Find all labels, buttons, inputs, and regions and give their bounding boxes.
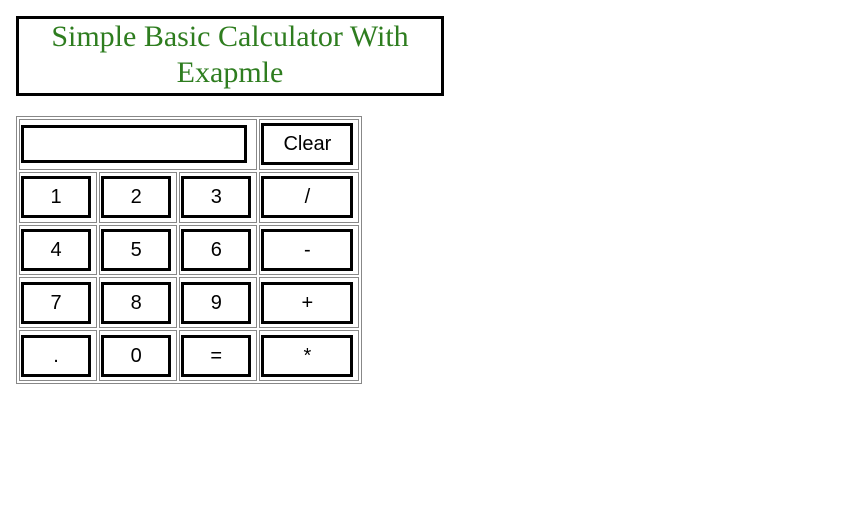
digit-2-button[interactable]: 2 (101, 176, 172, 219)
digit-6-button[interactable]: 6 (181, 228, 252, 271)
equals-button[interactable]: = (181, 334, 252, 377)
divide-button[interactable]: / (261, 176, 354, 219)
key-row-1: 1 2 3 / (19, 171, 359, 223)
title-box: Simple Basic Calculator With Exapmle (16, 16, 444, 96)
clear-button[interactable]: Clear (261, 123, 354, 166)
digit-7-button[interactable]: 7 (21, 281, 91, 324)
add-button[interactable]: + (261, 281, 354, 324)
digit-8-button[interactable]: 8 (101, 281, 172, 324)
display-cell (19, 119, 258, 170)
digit-1-button[interactable]: 1 (21, 176, 91, 219)
decimal-button[interactable]: . (21, 334, 91, 377)
digit-3-button[interactable]: 3 (181, 176, 252, 219)
page-title: Simple Basic Calculator With Exapmle (51, 20, 409, 89)
calculator: Clear 1 2 3 / 4 5 6 - 7 8 9 + . 0 = * (16, 116, 362, 384)
page: Simple Basic Calculator With Exapmle Cle… (0, 0, 866, 516)
clear-cell: Clear (259, 119, 359, 170)
digit-5-button[interactable]: 5 (101, 228, 172, 271)
digit-0-button[interactable]: 0 (101, 334, 172, 377)
key-row-2: 4 5 6 - (19, 224, 359, 276)
digit-4-button[interactable]: 4 (21, 228, 91, 271)
key-row-4: . 0 = * (19, 330, 359, 381)
key-row-3: 7 8 9 + (19, 277, 359, 329)
display-row: Clear (19, 119, 359, 170)
display-input[interactable] (21, 125, 247, 164)
subtract-button[interactable]: - (261, 228, 354, 271)
digit-9-button[interactable]: 9 (181, 281, 252, 324)
multiply-button[interactable]: * (261, 334, 354, 377)
